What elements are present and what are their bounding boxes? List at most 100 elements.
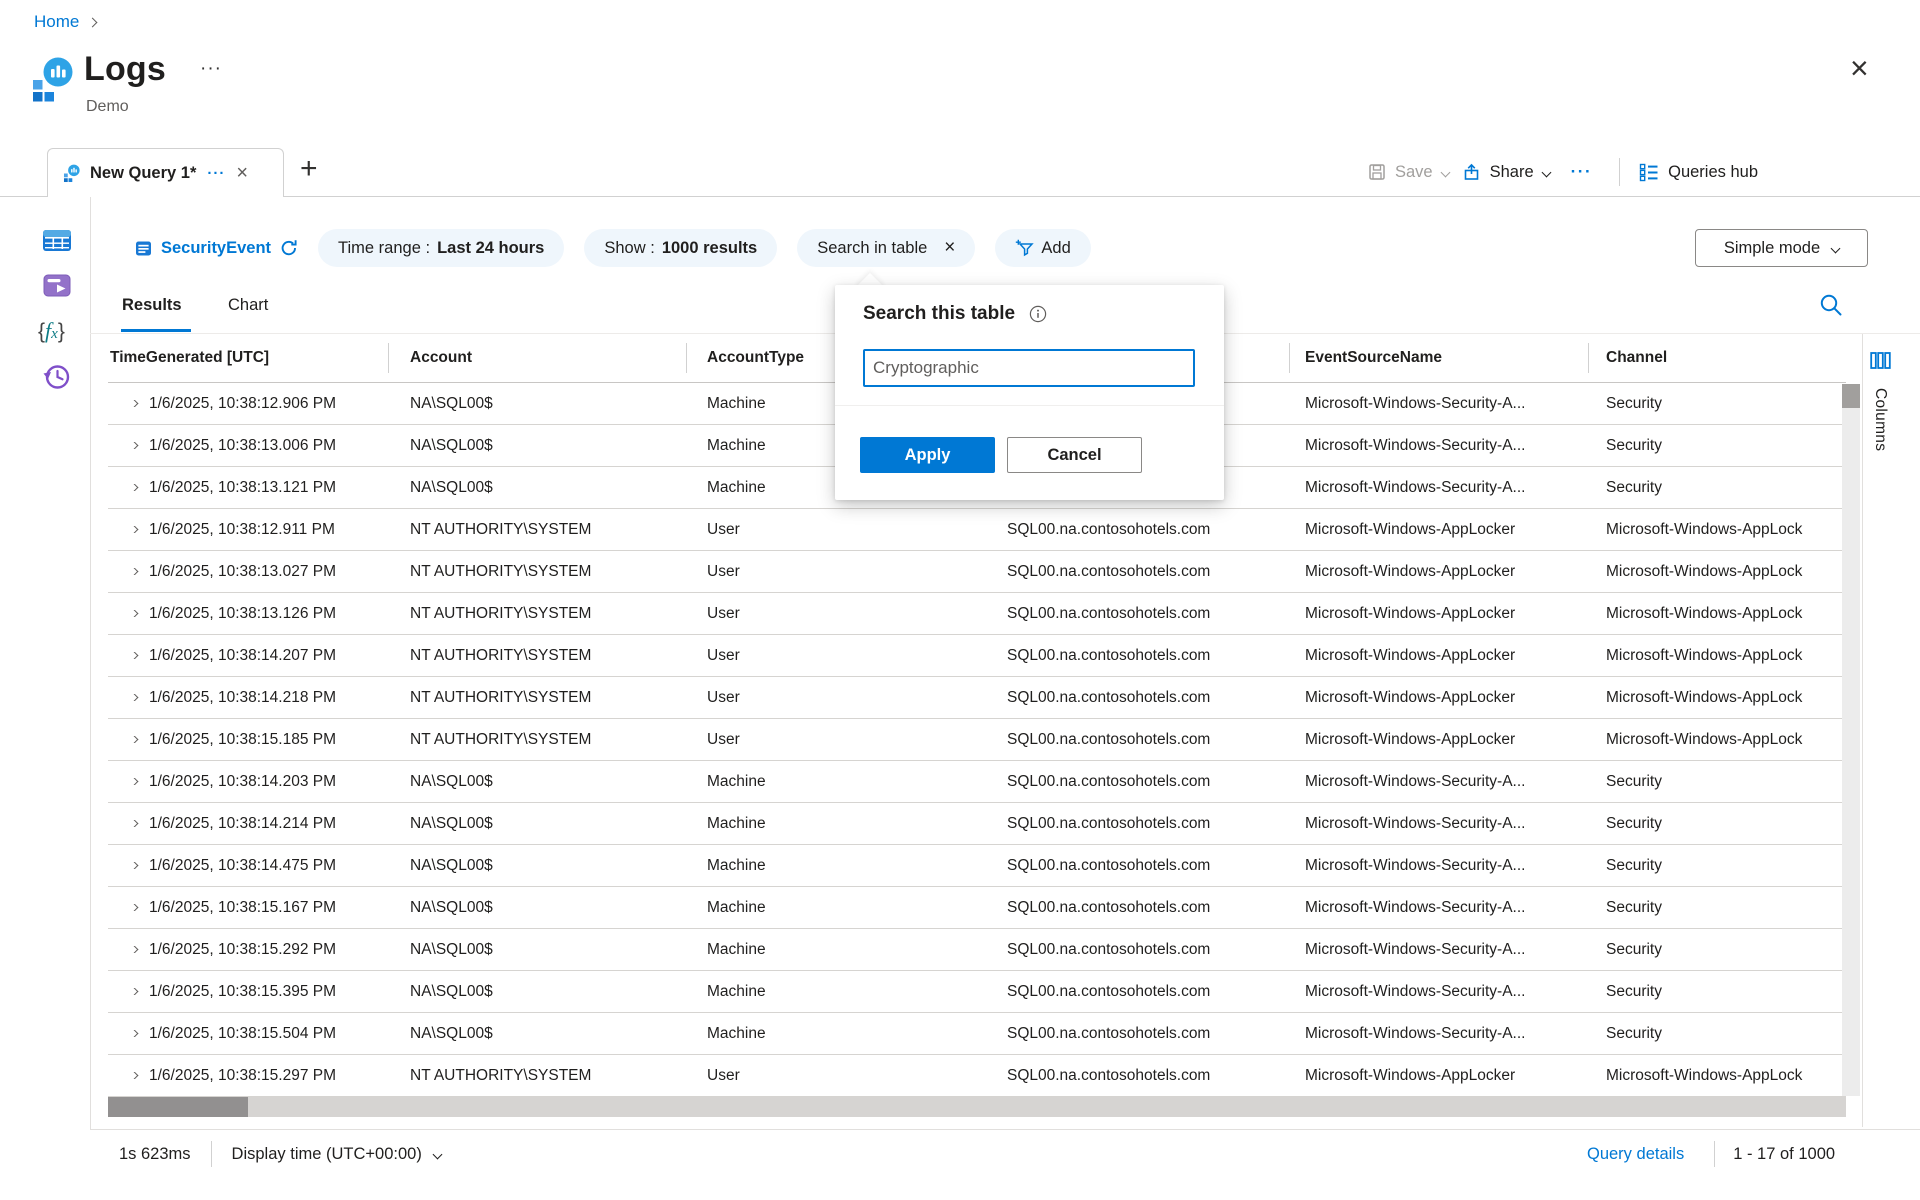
tab-close-icon[interactable]: × (236, 163, 248, 183)
expand-row-chevron-icon[interactable] (129, 904, 139, 911)
tab-logs-icon (62, 164, 81, 183)
add-filter-pill[interactable]: Add (995, 229, 1090, 267)
mode-selector[interactable]: Simple mode (1695, 229, 1868, 267)
table-row[interactable]: 1/6/2025, 10:38:15.297 PMNT AUTHORITY\SY… (108, 1055, 1846, 1097)
expand-row-chevron-icon[interactable] (129, 1030, 139, 1037)
query-history-icon[interactable] (42, 362, 72, 397)
expand-row-chevron-icon[interactable] (129, 988, 139, 995)
horizontal-scrollbar[interactable] (108, 1097, 1846, 1117)
table-row[interactable]: 1/6/2025, 10:38:15.185 PMNT AUTHORITY\SY… (108, 719, 1846, 761)
tab-new-query-1[interactable]: New Query 1* ··· × (47, 148, 284, 197)
add-tab-button[interactable]: + (300, 154, 318, 184)
expand-row-chevron-icon[interactable] (129, 736, 139, 743)
search-term-input[interactable] (863, 349, 1195, 387)
tables-icon[interactable] (42, 228, 72, 259)
cell-channel: Microsoft-Windows-AppLock (1588, 647, 1846, 665)
table-row[interactable]: 1/6/2025, 10:38:13.126 PMNT AUTHORITY\SY… (108, 593, 1846, 635)
table-row[interactable]: 1/6/2025, 10:38:14.214 PMNA\SQL00$Machin… (108, 803, 1846, 845)
cell-account: NA\SQL00$ (388, 815, 686, 833)
cell-time-generated: 1/6/2025, 10:38:13.126 PM (145, 605, 388, 623)
cell-account-type: User (686, 731, 975, 749)
expand-row-chevron-icon[interactable] (129, 400, 139, 407)
column-header-event-source-name[interactable]: EventSourceName (1289, 334, 1588, 382)
queries-hub-button[interactable]: Queries hub (1639, 162, 1758, 182)
table-row[interactable]: 1/6/2025, 10:38:15.167 PMNA\SQL00$Machin… (108, 887, 1846, 929)
apply-button[interactable]: Apply (860, 437, 995, 473)
expand-row-chevron-icon[interactable] (129, 652, 139, 659)
expand-row-chevron-icon[interactable] (129, 610, 139, 617)
cell-account-type: User (686, 647, 975, 665)
tabbar-divider (0, 196, 1920, 197)
mode-chevron-icon (1831, 243, 1841, 253)
expand-row-chevron-icon[interactable] (129, 778, 139, 785)
selected-table-chip[interactable]: SecurityEvent (135, 239, 298, 258)
expand-row-chevron-icon[interactable] (129, 1072, 139, 1079)
save-button[interactable]: Save (1368, 163, 1449, 182)
table-row[interactable]: 1/6/2025, 10:38:15.292 PMNA\SQL00$Machin… (108, 929, 1846, 971)
cell-computer: SQL00.na.contosohotels.com (975, 1067, 1289, 1085)
table-row[interactable]: 1/6/2025, 10:38:14.207 PMNT AUTHORITY\SY… (108, 635, 1846, 677)
cell-account-type: Machine (686, 983, 975, 1001)
table-row[interactable]: 1/6/2025, 10:38:14.475 PMNA\SQL00$Machin… (108, 845, 1846, 887)
share-button[interactable]: Share (1462, 163, 1550, 182)
expand-row-chevron-icon[interactable] (129, 568, 139, 575)
cell-channel: Security (1588, 437, 1846, 455)
search-in-table-pill[interactable]: Search in table × (797, 229, 975, 267)
expand-row-chevron-icon[interactable] (129, 946, 139, 953)
expand-row-chevron-icon[interactable] (129, 526, 139, 533)
cell-time-generated: 1/6/2025, 10:38:13.027 PM (145, 563, 388, 581)
cell-account: NA\SQL00$ (388, 395, 686, 413)
statusbar-left: 1s 623ms Display time (UTC+00:00) (119, 1141, 441, 1167)
toolbar: Save Share ··· Queries hub (1368, 150, 1758, 194)
refresh-icon[interactable] (280, 239, 298, 257)
table-row[interactable]: 1/6/2025, 10:38:14.203 PMNA\SQL00$Machin… (108, 761, 1846, 803)
page-more-button[interactable]: ··· (200, 58, 222, 80)
display-time-dropdown[interactable]: Display time (UTC+00:00) (232, 1145, 441, 1164)
vertical-scrollbar-thumb[interactable] (1842, 384, 1860, 408)
column-header-account[interactable]: Account (388, 334, 686, 382)
breadcrumb: Home (34, 12, 96, 32)
close-icon[interactable]: × (1850, 52, 1869, 84)
tab-chart[interactable]: Chart (228, 296, 268, 315)
vertical-scrollbar[interactable] (1842, 384, 1860, 1096)
toolbar-more-button[interactable]: ··· (1571, 162, 1592, 182)
breadcrumb-home-link[interactable]: Home (34, 12, 79, 32)
show-results-pill[interactable]: Show : 1000 results (584, 229, 777, 267)
columns-panel-toggle[interactable]: Columns (1862, 334, 1920, 1127)
table-row[interactable]: 1/6/2025, 10:38:15.504 PMNA\SQL00$Machin… (108, 1013, 1846, 1055)
search-icon[interactable] (1818, 292, 1844, 323)
cell-computer: SQL00.na.contosohotels.com (975, 941, 1289, 959)
cell-account-type: User (686, 563, 975, 581)
expand-row-chevron-icon[interactable] (129, 442, 139, 449)
remove-search-filter-icon[interactable]: × (944, 237, 955, 259)
table-row[interactable]: 1/6/2025, 10:38:15.395 PMNA\SQL00$Machin… (108, 971, 1846, 1013)
time-range-pill[interactable]: Time range : Last 24 hours (318, 229, 564, 267)
cell-channel: Security (1588, 983, 1846, 1001)
expand-row-chevron-icon[interactable] (129, 820, 139, 827)
table-row[interactable]: 1/6/2025, 10:38:12.911 PMNT AUTHORITY\SY… (108, 509, 1846, 551)
cell-time-generated: 1/6/2025, 10:38:13.006 PM (145, 437, 388, 455)
cell-time-generated: 1/6/2025, 10:38:15.185 PM (145, 731, 388, 749)
query-details-link[interactable]: Query details (1587, 1145, 1684, 1164)
column-header-channel[interactable]: Channel (1588, 334, 1846, 382)
expand-row-chevron-icon[interactable] (129, 484, 139, 491)
horizontal-scrollbar-thumb[interactable] (108, 1097, 248, 1117)
cell-event-source-name: Microsoft-Windows-AppLocker (1289, 689, 1588, 707)
tab-results[interactable]: Results (122, 296, 182, 315)
cell-event-source-name: Microsoft-Windows-AppLocker (1289, 563, 1588, 581)
cell-account-type: User (686, 605, 975, 623)
expand-row-chevron-icon[interactable] (129, 862, 139, 869)
save-icon (1368, 163, 1386, 181)
cell-account: NA\SQL00$ (388, 983, 686, 1001)
expand-row-chevron-icon[interactable] (129, 694, 139, 701)
info-icon[interactable] (1029, 305, 1047, 323)
cancel-button[interactable]: Cancel (1007, 437, 1142, 473)
cell-event-source-name: Microsoft-Windows-Security-A... (1289, 773, 1588, 791)
table-row[interactable]: 1/6/2025, 10:38:13.027 PMNT AUTHORITY\SY… (108, 551, 1846, 593)
functions-icon[interactable]: {fx} (38, 318, 65, 344)
tab-more-button[interactable]: ··· (207, 165, 225, 182)
queries-icon[interactable] (42, 272, 72, 304)
cell-account: NT AUTHORITY\SYSTEM (388, 647, 686, 665)
column-header-time-generated[interactable]: TimeGenerated [UTC] (108, 334, 388, 382)
table-row[interactable]: 1/6/2025, 10:38:14.218 PMNT AUTHORITY\SY… (108, 677, 1846, 719)
